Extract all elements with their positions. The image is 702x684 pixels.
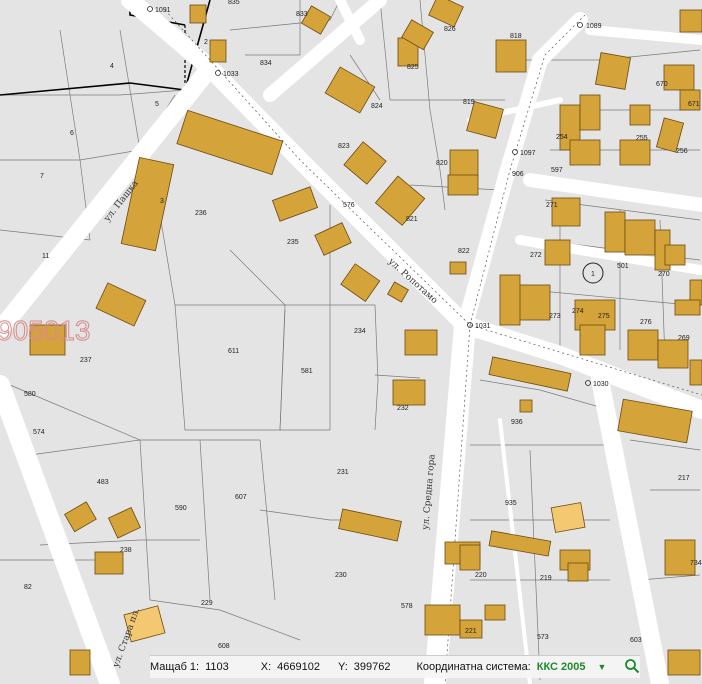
x-coordinate-label: X: bbox=[260, 661, 272, 673]
parcel-number: 935 bbox=[505, 500, 517, 507]
parcel-number: 819 bbox=[463, 99, 475, 106]
cadastral-map[interactable]: 905013 ул. Пашка ул. Ропотамо ул. Средна… bbox=[0, 0, 702, 684]
parcel-number: 269 bbox=[678, 335, 690, 342]
parcel-number: 501 bbox=[617, 263, 629, 270]
parcel-number: 236 bbox=[195, 210, 207, 217]
parcel-number: 835 bbox=[228, 0, 240, 6]
chevron-down-icon[interactable]: ▼ bbox=[598, 662, 607, 672]
parcel-number: 238 bbox=[120, 547, 132, 554]
point-label: 1097 bbox=[520, 150, 536, 157]
parcel-number: 580 bbox=[24, 391, 36, 398]
map-canvas[interactable]: 905013 ул. Пашка ул. Ропотамо ул. Средна… bbox=[0, 0, 702, 684]
parcel-number: 906 bbox=[512, 171, 524, 178]
parcel-number: 574 bbox=[33, 429, 45, 436]
parcel-number: 254 bbox=[556, 134, 568, 141]
parcel-number: 82 bbox=[24, 584, 32, 591]
x-coordinate-value: 4669102 bbox=[277, 661, 320, 673]
parcel-number: 231 bbox=[337, 469, 349, 476]
parcel-number: 271 bbox=[546, 202, 558, 209]
parcel-number: 573 bbox=[537, 634, 549, 641]
parcel-number: 823 bbox=[338, 143, 350, 150]
parcel-number: 219 bbox=[540, 575, 552, 582]
parcel-number: 256 bbox=[676, 148, 688, 155]
parcel-number: 483 bbox=[97, 479, 109, 486]
search-icon[interactable] bbox=[624, 658, 640, 677]
parcel-number: 234 bbox=[354, 328, 366, 335]
status-bar: Мащаб 1: 1103 X: 4669102 Y: 399762 Коорд… bbox=[150, 655, 640, 678]
parcel-number: 821 bbox=[406, 216, 418, 223]
point-label: 1031 bbox=[475, 323, 491, 330]
parcel-number: 235 bbox=[287, 239, 299, 246]
parcel-number: 6 bbox=[70, 130, 74, 137]
parcel-number: 276 bbox=[640, 319, 652, 326]
parcel-number: 603 bbox=[630, 637, 642, 644]
parcel-number: 274 bbox=[572, 308, 584, 315]
cadastral-district-code: 905013 bbox=[0, 315, 90, 346]
parcel-number: 825 bbox=[407, 64, 419, 71]
parcel-number: 5 bbox=[155, 101, 159, 108]
parcel-number: 590 bbox=[175, 505, 187, 512]
parcel-number: 670 bbox=[656, 81, 668, 88]
parcel-number: 2 bbox=[204, 39, 208, 46]
point-label: 1089 bbox=[586, 23, 602, 30]
parcel-number: 11 bbox=[42, 253, 49, 260]
parcel-number: 824 bbox=[371, 103, 383, 110]
parcel-number: 834 bbox=[260, 60, 272, 67]
parcel-number: 578 bbox=[401, 603, 413, 610]
parcel-number: 818 bbox=[510, 33, 522, 40]
parcel-number: 217 bbox=[678, 475, 690, 482]
parcel-number: 4 bbox=[110, 63, 114, 70]
parcel-number: 272 bbox=[530, 252, 542, 259]
parcel-number: 611 bbox=[228, 348, 239, 355]
parcel-number: 833 bbox=[296, 11, 308, 18]
parcel-number: 581 bbox=[301, 368, 313, 375]
parcel-number: 221 bbox=[465, 628, 477, 635]
crs-label: Координатна система: bbox=[416, 661, 531, 673]
parcel-number: 671 bbox=[688, 101, 700, 108]
parcel-number: 275 bbox=[598, 313, 610, 320]
parcel-number: 607 bbox=[235, 494, 247, 501]
parcel-number: 608 bbox=[218, 643, 230, 650]
y-coordinate-value: 399762 bbox=[353, 661, 391, 673]
parcel-number: 3 bbox=[160, 198, 164, 205]
point-label: 1033 bbox=[223, 71, 239, 78]
parcel-number: 270 bbox=[658, 271, 670, 278]
y-coordinate-label: Y: bbox=[338, 661, 348, 673]
scale-label: Мащаб 1: bbox=[150, 661, 200, 673]
crs-select[interactable]: ККС 2005 bbox=[537, 661, 586, 673]
parcel-number: 822 bbox=[458, 248, 470, 255]
parcel-number: 255 bbox=[636, 135, 648, 142]
parcel-number: 936 bbox=[511, 419, 523, 426]
parcel-number: 7 bbox=[40, 173, 44, 180]
parcel-number: 237 bbox=[80, 357, 92, 364]
parcel-number: 576 bbox=[343, 202, 355, 209]
parcel-number: 230 bbox=[335, 572, 347, 579]
parcel-number: 229 bbox=[201, 600, 213, 607]
parcel-number: 273 bbox=[549, 313, 561, 320]
point-label: 1091 bbox=[155, 7, 171, 14]
parcel-number: 220 bbox=[475, 572, 487, 579]
scale-value: 1103 bbox=[205, 661, 229, 673]
parcel-number: 734 bbox=[690, 560, 702, 567]
parcel-number: 1 bbox=[591, 271, 595, 278]
parcel-number: 826 bbox=[444, 26, 456, 33]
parcel-number: 597 bbox=[551, 167, 563, 174]
point-label: 1030 bbox=[593, 381, 609, 388]
parcel-number: 232 bbox=[397, 405, 409, 412]
parcel-number: 820 bbox=[436, 160, 448, 167]
